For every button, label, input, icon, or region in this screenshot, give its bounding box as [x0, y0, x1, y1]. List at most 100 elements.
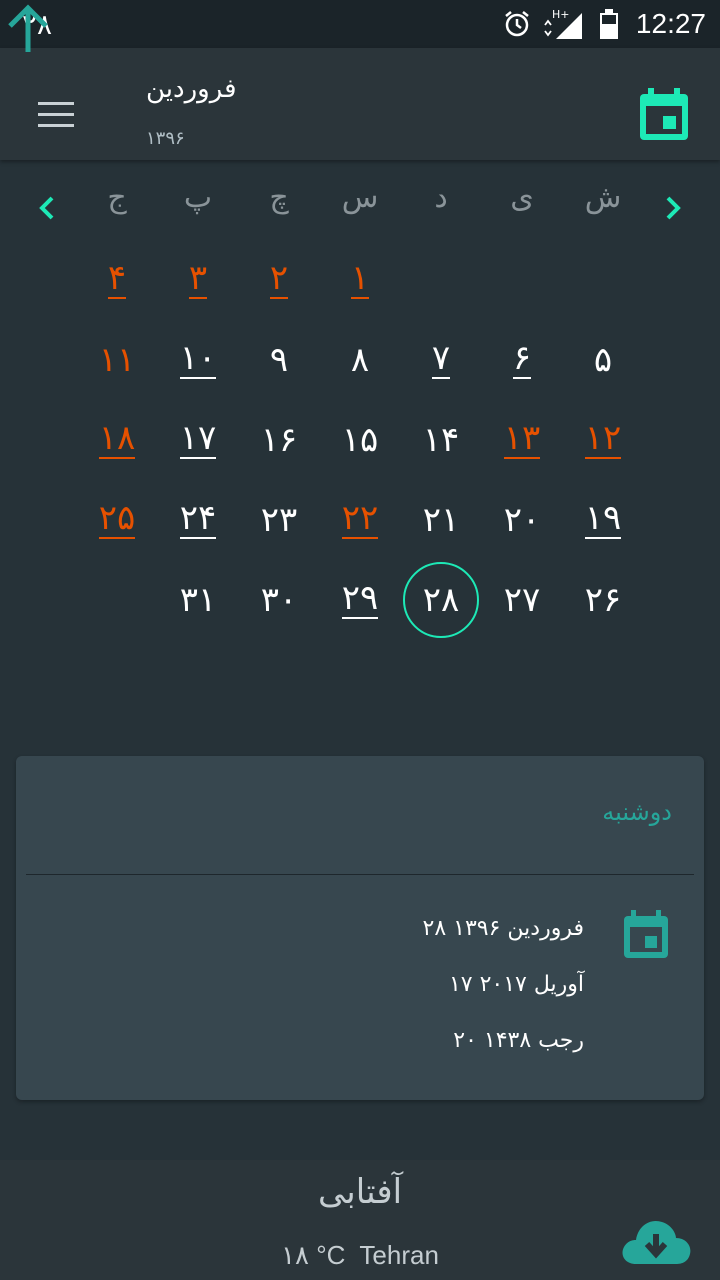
- day-cell[interactable]: ۸: [320, 320, 400, 400]
- city-name: Tehran: [359, 1240, 439, 1270]
- day-number: ۴: [107, 258, 127, 299]
- day-number: ۲۸: [422, 580, 460, 620]
- scroll-up-button[interactable]: [0, 0, 56, 60]
- network-type-label: H+: [552, 8, 570, 21]
- divider: [26, 874, 694, 875]
- day-cell[interactable]: ۲۶: [563, 560, 643, 640]
- gregorian-date: ۱۷ آوریل ۲۰۱۷: [448, 972, 584, 997]
- card-weekday: دوشنبه: [602, 798, 672, 826]
- day-number: ۳۱: [179, 580, 217, 620]
- persian-date: ۲۸ فروردین ۱۳۹۶: [422, 916, 584, 941]
- temperature: ۱۸ °C: [281, 1240, 346, 1270]
- day-cell[interactable]: ۳: [158, 240, 238, 320]
- day-cell[interactable]: ۲۷: [482, 560, 562, 640]
- day-number: ۱۱: [98, 340, 136, 380]
- day-number: ۶: [512, 338, 532, 379]
- day-number: ۲۵: [98, 498, 136, 539]
- day-number: ۲۶: [584, 580, 622, 620]
- day-cell[interactable]: ۷: [401, 320, 481, 400]
- app-bar: [0, 48, 720, 160]
- day-cell-selected[interactable]: ۲۸: [403, 562, 479, 638]
- day-cell[interactable]: ۱۹: [563, 480, 643, 560]
- day-number: ۱: [350, 258, 370, 299]
- day-number: ۲۲: [341, 498, 379, 539]
- status-icons: H+ 12:27: [502, 0, 706, 48]
- day-number: ۱۵: [341, 420, 379, 460]
- weekday-label: ش: [584, 180, 622, 215]
- weekday-label: چ: [269, 180, 289, 215]
- weather-refresh-button[interactable]: [620, 1214, 692, 1266]
- day-cell[interactable]: ۲۳: [239, 480, 319, 560]
- weekday-label: ی: [510, 180, 534, 215]
- day-number: ۱۹: [584, 498, 622, 539]
- day-cell[interactable]: ۱۲: [563, 400, 643, 480]
- day-cell[interactable]: ۱: [320, 240, 400, 320]
- day-cell[interactable]: ۶: [482, 320, 562, 400]
- status-time: 12:27: [635, 8, 706, 39]
- day-cell[interactable]: ۳۱: [158, 560, 238, 640]
- day-number: ۲۰: [503, 500, 541, 540]
- day-number: ۷: [431, 338, 451, 379]
- day-cell[interactable]: ۱۳: [482, 400, 562, 480]
- cloud-download-icon: [622, 1220, 691, 1264]
- menu-icon: [38, 102, 74, 105]
- day-number: ۲۱: [422, 500, 460, 540]
- weather-condition: آفتابی: [317, 1172, 403, 1212]
- day-number: ۲۷: [503, 580, 541, 620]
- day-cell[interactable]: ۱۶: [239, 400, 319, 480]
- day-cell[interactable]: ۲۱: [401, 480, 481, 560]
- day-cell[interactable]: ۲۰: [482, 480, 562, 560]
- day-cell[interactable]: ۲۹: [320, 560, 400, 640]
- day-number: ۱۳: [503, 418, 541, 459]
- chevron-left-icon: [39, 196, 54, 220]
- day-details-card: دوشنبه ۲۸ فروردین ۱۳۹۶ ۱۷ آوریل ۲۰۱۷ ۲۰ …: [16, 756, 704, 1100]
- day-cell[interactable]: ۱۵: [320, 400, 400, 480]
- day-cell[interactable]: ۱۷: [158, 400, 238, 480]
- day-number: ۱۲: [584, 418, 622, 459]
- day-cell[interactable]: ۱۱: [77, 320, 157, 400]
- day-number: ۲۴: [179, 498, 217, 539]
- day-cell[interactable]: ۱۰: [158, 320, 238, 400]
- chevron-right-icon: [666, 196, 681, 220]
- month-title: فروردین: [146, 74, 237, 104]
- weekday-label: ج: [107, 180, 127, 215]
- day-number: ۳۰: [260, 580, 298, 620]
- weekday-label: س: [341, 180, 379, 215]
- day-number: ۵: [593, 340, 613, 380]
- calendar-icon: [624, 910, 668, 958]
- day-number: ۹: [269, 340, 289, 380]
- day-number: ۱۶: [260, 420, 298, 460]
- day-number: ۲۹: [341, 578, 379, 619]
- weekday-label: پ: [183, 180, 213, 215]
- weather-location: ۱۸ °C Tehran: [0, 1240, 720, 1271]
- next-month-button[interactable]: [652, 188, 692, 228]
- day-cell[interactable]: ۱۴: [401, 400, 481, 480]
- day-cell[interactable]: ۹: [239, 320, 319, 400]
- menu-button[interactable]: [28, 98, 84, 138]
- weekday-label: د: [434, 180, 448, 215]
- battery-icon: [599, 9, 618, 39]
- day-cell[interactable]: ۳۰: [239, 560, 319, 640]
- day-number: ۱۰: [179, 338, 217, 379]
- prev-month-button[interactable]: [28, 188, 68, 228]
- day-cell[interactable]: ۲: [239, 240, 319, 320]
- day-number: ۱۸: [98, 418, 136, 459]
- day-number: ۸: [350, 340, 370, 380]
- day-number: ۲۳: [260, 500, 298, 540]
- day-number: ۱۴: [422, 420, 460, 460]
- day-cell[interactable]: ۵: [563, 320, 643, 400]
- status-bar: ۲۸ H+ 12:27: [0, 0, 720, 48]
- alarm-icon: [505, 11, 529, 37]
- day-cell[interactable]: ۴: [77, 240, 157, 320]
- today-button[interactable]: [636, 86, 692, 142]
- year-subtitle: ۱۳۹۶: [146, 128, 185, 149]
- arrow-up-icon: [8, 4, 48, 52]
- signal-icon: H+: [544, 8, 582, 39]
- day-cell[interactable]: ۲۲: [320, 480, 400, 560]
- calendar-today-icon: [640, 88, 688, 140]
- day-cell[interactable]: ۱۸: [77, 400, 157, 480]
- day-number: ۳: [188, 258, 208, 299]
- day-cell[interactable]: ۲۴: [158, 480, 238, 560]
- day-cell[interactable]: ۲۵: [77, 480, 157, 560]
- hijri-date: ۲۰ رجب ۱۴۳۸: [453, 1028, 584, 1053]
